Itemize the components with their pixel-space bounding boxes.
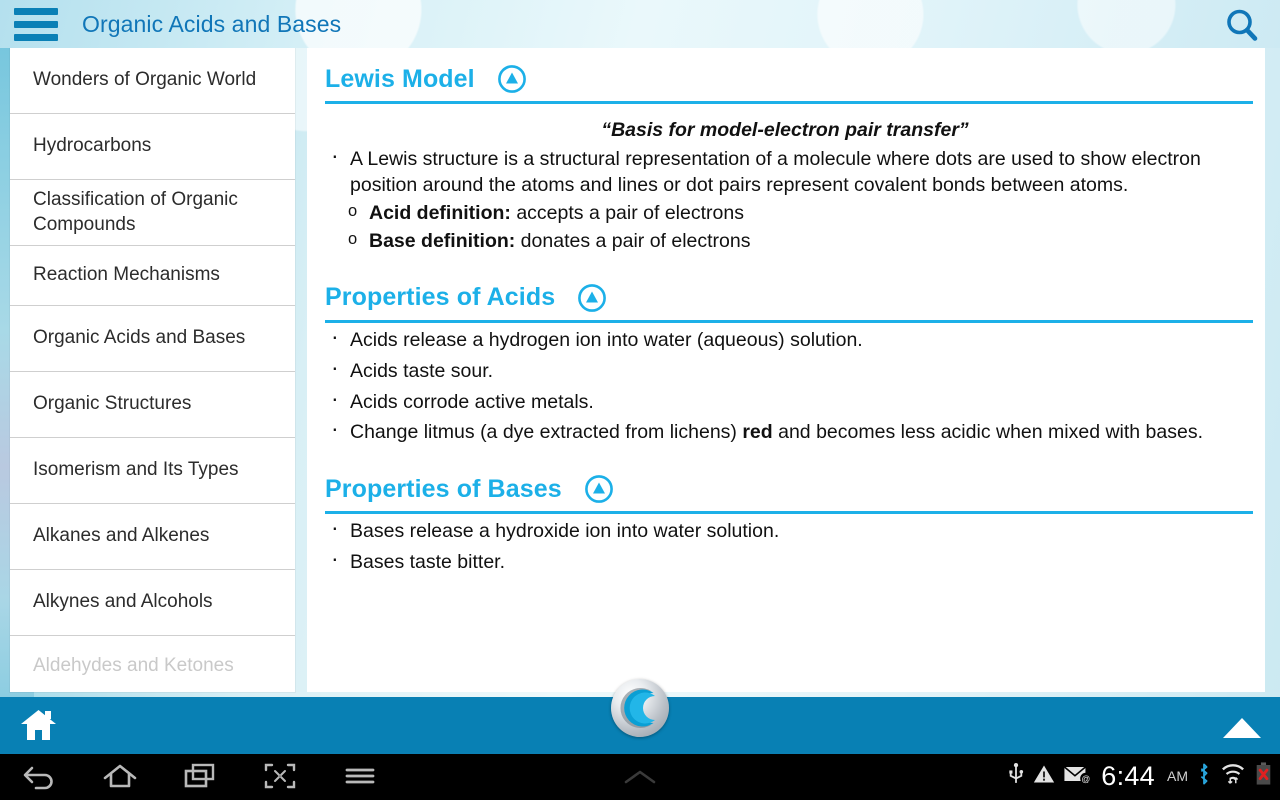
sub-item-definition: donates a pair of electrons (515, 229, 751, 252)
list-item: Acids corrode active metals. (317, 386, 1253, 416)
bluetooth-icon (1197, 762, 1211, 791)
sidebar-item-label: Alkanes and Alkenes (33, 525, 210, 547)
status-bar: @ 6:44 AM (1008, 752, 1272, 800)
svg-text:@: @ (1082, 773, 1091, 783)
sub-item-definition: accepts a pair of electrons (510, 201, 744, 224)
section-divider (325, 101, 1253, 104)
page-title: Organic Acids and Bases (82, 10, 342, 37)
chevron-up-icon[interactable] (612, 766, 668, 788)
section-divider (325, 511, 1253, 515)
sidebar-item-label: Organic Acids and Bases (33, 327, 246, 349)
list-item: Acids taste sour. (317, 355, 1253, 385)
circle-up-arrow-icon[interactable] (577, 283, 607, 313)
circle-up-arrow-icon[interactable] (497, 64, 527, 94)
android-nav-buttons (0, 752, 400, 800)
bullet-text-emphasis: red (742, 421, 773, 444)
bullet-text-pre: Change litmus (a dye extracted from lich… (350, 421, 743, 444)
sub-list-item: Base definition: donates a pair of elect… (317, 229, 1253, 255)
triangle-up-icon[interactable] (1222, 717, 1262, 739)
sidebar-item-label: Hydrocarbons (33, 135, 152, 157)
list-item: Bases taste bitter. (317, 546, 1253, 576)
app-header: Organic Acids and Bases (0, 0, 1280, 48)
list-item: Acids release a hydrogen ion into water … (317, 324, 1253, 354)
hamburger-bar (14, 7, 58, 15)
sub-item-term: Acid definition: (369, 201, 511, 224)
bullet-list: Bases release a hydroxide ion into water… (317, 515, 1253, 576)
app-logo-icon[interactable] (611, 679, 669, 737)
sidebar-item-aldehydes-and-ketones[interactable]: Aldehydes and Ketones (10, 636, 295, 692)
sub-list-item: Acid definition: accepts a pair of elect… (317, 201, 1253, 227)
sidebar-item-label: Alkynes and Alcohols (33, 591, 213, 613)
bullet-list: A Lewis structure is a structural repres… (317, 143, 1253, 199)
sub-bullet-list: Acid definition: accepts a pair of elect… (317, 201, 1253, 255)
section-quote: “Basis for model-electron pair transfer” (601, 119, 969, 141)
menu-icon[interactable] (320, 752, 400, 800)
section-title: Properties of Bases (325, 474, 562, 503)
sidebar-item-label: Aldehydes and Ketones (33, 654, 234, 676)
section-header[interactable]: Properties of Acids (317, 267, 1253, 317)
recent-apps-icon[interactable] (160, 752, 240, 800)
sidebar-item-isomerism-and-its-types[interactable]: Isomerism and Its Types (10, 438, 295, 504)
sidebar-item-organic-acids-and-bases[interactable]: Organic Acids and Bases (10, 306, 295, 372)
circle-up-arrow-icon[interactable] (584, 474, 614, 504)
bullet-text-post: and becomes less acidic when mixed with … (772, 421, 1203, 444)
sidebar-item-wonders-of-organic-world[interactable]: Wonders of Organic World (10, 48, 295, 114)
hamburger-icon[interactable] (14, 7, 58, 41)
status-clock: 6:44 (1101, 760, 1155, 791)
sidebar-item-label: Wonders of Organic World (33, 69, 257, 91)
content-panel: Lewis Model “Basis for model-electron pai… (307, 48, 1265, 692)
section-divider (325, 319, 1253, 323)
sidebar-item-reaction-mechanisms[interactable]: Reaction Mechanisms (10, 246, 295, 306)
wifi-icon (1220, 762, 1246, 791)
home-icon[interactable] (80, 752, 160, 800)
app-root: Organic Acids and Bases Wonders of Organ… (0, 0, 1280, 800)
list-item: Change litmus (a dye extracted from lich… (317, 416, 1253, 446)
screenshot-icon[interactable] (240, 752, 320, 800)
section-header[interactable]: Lewis Model (317, 48, 1253, 98)
sidebar-item-hydrocarbons[interactable]: Hydrocarbons (10, 114, 295, 180)
list-item: Bases release a hydroxide ion into water… (317, 515, 1253, 545)
sidebar-item-label: Isomerism and Its Types (33, 459, 239, 481)
hamburger-bar (14, 20, 58, 28)
sidebar-item-alkanes-and-alkenes[interactable]: Alkanes and Alkenes (10, 504, 295, 570)
back-icon[interactable] (0, 752, 80, 800)
section-header[interactable]: Properties of Bases (317, 458, 1253, 508)
bullet-list: Acids release a hydrogen ion into water … (317, 324, 1253, 447)
home-icon[interactable] (20, 709, 57, 741)
android-navigation-bar: @ 6:44 AM (0, 752, 1280, 800)
sub-item-term: Base definition: (369, 229, 516, 252)
sidebar-item-label: Classification of Organic Compounds (33, 189, 238, 235)
sidebar-item-alkynes-and-alcohols[interactable]: Alkynes and Alcohols (10, 570, 295, 636)
list-item: A Lewis structure is a structural repres… (317, 143, 1253, 199)
status-meridiem: AM (1167, 768, 1188, 784)
sidebar-item-organic-structures[interactable]: Organic Structures (10, 372, 295, 438)
warning-icon (1033, 763, 1055, 790)
search-icon[interactable] (1222, 6, 1262, 46)
usb-icon (1008, 762, 1024, 791)
battery-error-icon (1255, 761, 1272, 791)
section-title: Properties of Acids (325, 283, 556, 312)
sidebar-menu[interactable]: Wonders of Organic World Hydrocarbons Clas… (10, 48, 295, 692)
sidebar-item-label: Reaction Mechanisms (33, 264, 220, 286)
email-icon: @ (1064, 763, 1092, 790)
sidebar-item-classification-of-organic-compounds[interactable]: Classification of Organic Compounds (10, 180, 295, 246)
sidebar-item-label: Organic Structures (33, 393, 192, 415)
hamburger-bar (14, 33, 58, 41)
section-title: Lewis Model (325, 64, 475, 93)
